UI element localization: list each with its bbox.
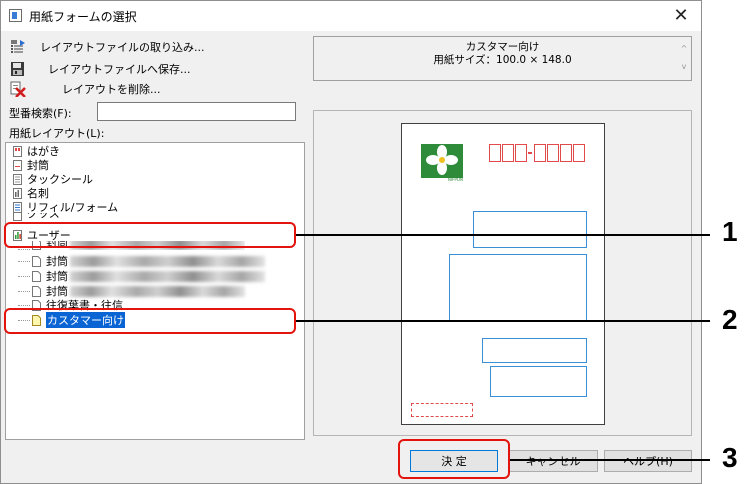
callout-box-user	[4, 222, 296, 248]
layout-tree[interactable]: はがき 封筒 タックシール 名刺 リフィル/フォーム グッズ ユーザー 封筒 封…	[5, 142, 305, 440]
callout-line-2	[296, 320, 710, 322]
tree-item-label: 封筒	[46, 270, 68, 283]
tree-child-envelope-2[interactable]: 封筒	[18, 254, 265, 268]
document-icon	[32, 270, 42, 282]
tree-item-label: 封筒	[46, 255, 68, 268]
label-sheet-icon	[13, 173, 23, 185]
goods-icon	[13, 213, 23, 221]
zip-digit-box	[560, 144, 572, 162]
tree-item-tack-seal[interactable]: タックシール	[13, 172, 93, 186]
redacted-text	[70, 270, 265, 282]
zip-digit-box	[573, 144, 585, 162]
refill-icon	[13, 201, 23, 213]
zip-digit-box	[489, 144, 501, 162]
zip-dash	[528, 152, 532, 154]
business-card-icon	[13, 187, 23, 199]
paper-size: 用紙サイズ：100.0 × 148.0	[433, 54, 572, 66]
logo-image: NIPPON	[421, 144, 463, 186]
tree-label: 用紙レイアウト(L):	[9, 127, 105, 140]
tree-connector	[18, 260, 30, 262]
document-icon	[32, 255, 42, 267]
zip-digit-box	[547, 144, 559, 162]
callout-line-3	[510, 459, 710, 461]
callout-line-1	[296, 234, 710, 236]
help-button[interactable]: ヘルプ(H)	[604, 450, 692, 472]
sender-postal-code	[411, 403, 473, 417]
redacted-text	[70, 255, 265, 267]
window-title: 用紙フォームの選択	[29, 10, 137, 24]
zip-digit-box	[534, 144, 546, 162]
callout-box-ok	[398, 439, 510, 479]
cancel-button[interactable]: キャンセル	[508, 450, 598, 472]
tree-connector	[18, 290, 30, 292]
redacted-text	[70, 285, 245, 297]
postcard-icon	[13, 145, 23, 157]
window-icon	[9, 9, 22, 22]
search-label: 型番検索(F):	[9, 107, 72, 120]
title-bar: 用紙フォームの選択 ✕	[1, 1, 701, 31]
close-icon[interactable]: ✕	[669, 4, 693, 28]
layout-name: カスタマー向け	[465, 41, 540, 53]
tree-item-label: グッズ	[27, 213, 60, 220]
save-icon	[10, 61, 26, 77]
zip-digit-box	[515, 144, 527, 162]
save-layout-label: レイアウトファイルへ保存...	[48, 63, 191, 76]
tree-connector	[18, 249, 30, 250]
tree-connector	[18, 275, 30, 277]
import-icon	[10, 39, 26, 55]
logo-text: NIPPON	[447, 177, 463, 182]
address-frame-1	[473, 211, 587, 248]
layout-info-box: カスタマー向け 用紙サイズ：100.0 × 148.0 ^ v	[313, 36, 692, 81]
tree-child-envelope-4[interactable]: 封筒	[18, 284, 245, 298]
info-scrollbar[interactable]: ^ v	[679, 40, 689, 78]
import-layout-command[interactable]: レイアウトファイルの取り込み...	[10, 38, 205, 56]
document-icon	[32, 285, 42, 297]
envelope-icon	[13, 159, 23, 171]
tree-item-refill-form[interactable]: リフィル/フォーム	[13, 200, 118, 214]
tree-connector	[18, 304, 30, 306]
callout-number-3: 3	[722, 442, 738, 473]
search-input[interactable]	[97, 102, 296, 121]
scroll-up-icon[interactable]: ^	[679, 40, 689, 58]
callout-box-customer	[4, 308, 296, 334]
save-layout-command[interactable]: レイアウトファイルへ保存...	[10, 60, 191, 78]
tree-child-envelope-3[interactable]: 封筒	[18, 269, 265, 283]
tree-item-goods[interactable]: グッズ	[13, 213, 60, 221]
tree-item-envelope[interactable]: 封筒	[13, 158, 49, 172]
delete-layout-label: レイアウトを削除...	[62, 83, 161, 96]
tree-item-hagaki[interactable]: はがき	[13, 144, 60, 158]
zip-digit-box	[502, 144, 514, 162]
tree-item-business-card[interactable]: 名刺	[13, 186, 49, 200]
delete-layout-command[interactable]: レイアウトを削除...	[10, 80, 161, 98]
address-frame-2	[449, 254, 587, 321]
address-frame-4	[490, 366, 587, 397]
delete-icon	[10, 81, 26, 98]
callout-number-1: 1	[722, 216, 738, 247]
import-layout-label: レイアウトファイルの取り込み...	[40, 41, 205, 54]
callout-number-2: 2	[722, 304, 738, 335]
postal-code-boxes	[489, 144, 585, 162]
scroll-down-icon[interactable]: v	[679, 58, 689, 76]
address-frame-3	[482, 338, 587, 363]
